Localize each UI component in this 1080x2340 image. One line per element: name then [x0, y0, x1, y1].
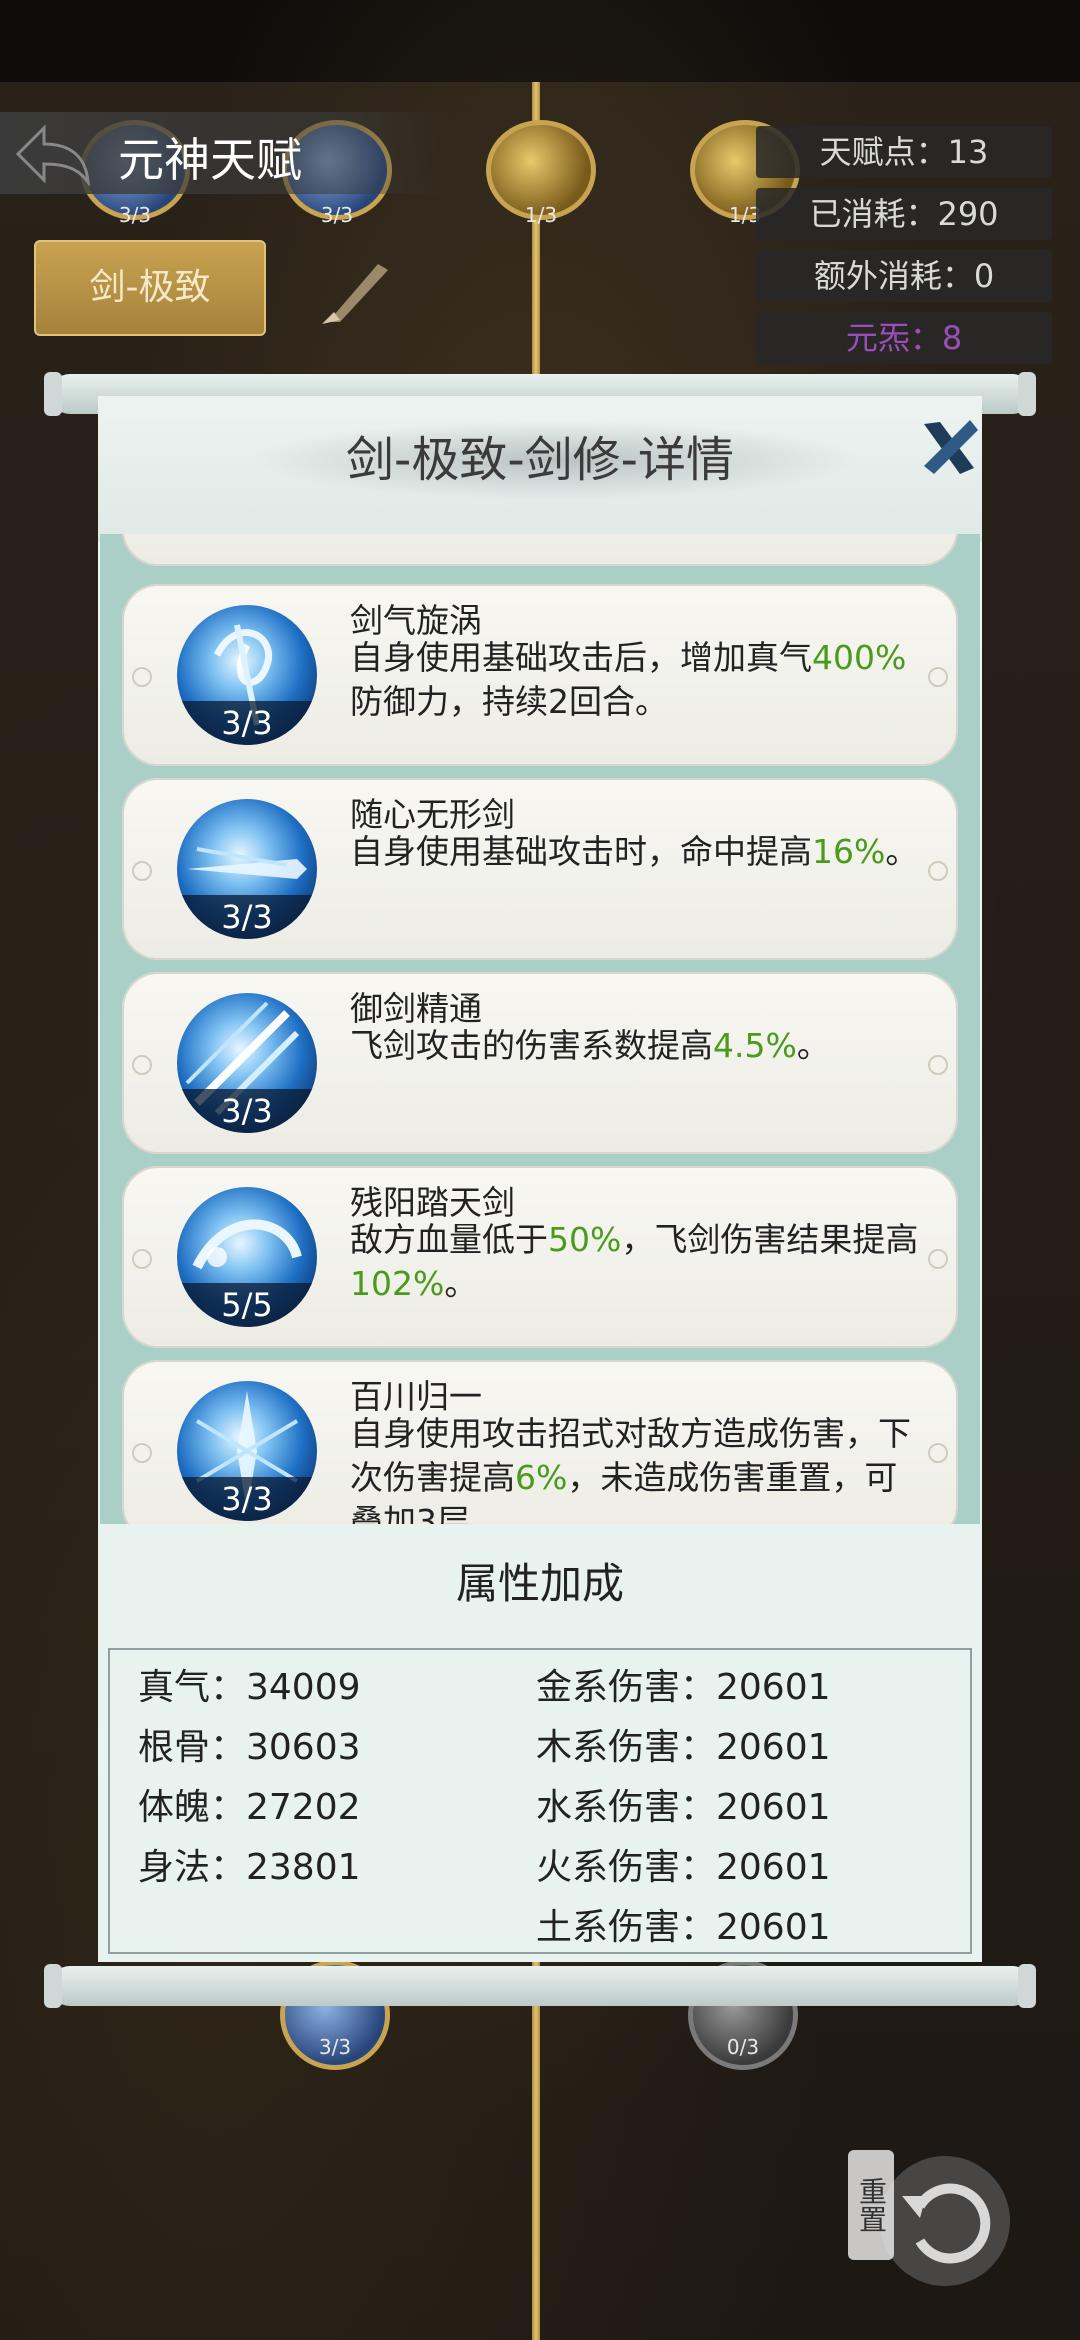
- skill-description: 飞剑攻击的伤害系数提高4.5%。: [350, 1026, 830, 1065]
- back-arrow-icon[interactable]: [14, 122, 92, 186]
- talent-node[interactable]: 1/3: [486, 120, 596, 227]
- panel-title: 剑-极致-剑修-详情: [346, 432, 734, 488]
- skill-list[interactable]: 3/3 剑气旋涡 自身使用基础攻击后，增加真气400%防御力，持续2回合。 3/…: [100, 534, 980, 1524]
- node-count: 3/3: [118, 203, 152, 227]
- attr-tipo: 体魄：27202: [138, 1787, 361, 1828]
- node-count: 3/3: [320, 203, 354, 227]
- list-item: [122, 534, 958, 566]
- sword-extreme-button[interactable]: 剑-极致: [34, 240, 266, 336]
- attribute-title: 属性加成: [455, 1559, 624, 1608]
- formless-sword-icon: 3/3: [177, 799, 317, 939]
- page-title: 元神天赋: [118, 133, 302, 187]
- skill-name: 残阳踏天剑: [350, 1183, 515, 1222]
- attr-shenfa: 身法：23801: [138, 1847, 361, 1888]
- skill-item[interactable]: 3/3 随心无形剑 自身使用基础攻击时，命中提高16%。: [122, 778, 958, 960]
- reset-button[interactable]: [880, 2156, 1010, 2286]
- attr-zhenqi: 真气：34009: [138, 1667, 361, 1708]
- skill-level: 3/3: [177, 1477, 317, 1521]
- attr-earth-damage: 土系伤害：20601: [536, 1907, 831, 1948]
- sword-vortex-icon: 3/3: [177, 605, 317, 745]
- scroll-rod-bottom: [50, 1966, 1032, 2006]
- attr-metal-damage: 金系伤害：20601: [536, 1667, 831, 1708]
- skill-name: 百川归一: [350, 1377, 482, 1416]
- ornament: [928, 1249, 948, 1269]
- talent-points-stat: 天赋点：13: [756, 126, 1052, 178]
- ornament: [928, 667, 948, 687]
- skill-item[interactable]: 3/3 御剑精通 飞剑攻击的伤害系数提高4.5%。: [122, 972, 958, 1154]
- rod-knob: [44, 372, 62, 416]
- node-count: 1/3: [524, 203, 558, 227]
- skill-level: 3/3: [177, 895, 317, 939]
- ornament: [132, 861, 152, 881]
- skill-item[interactable]: 3/3 剑气旋涡 自身使用基础攻击后，增加真气400%防御力，持续2回合。: [122, 584, 958, 766]
- skill-level: 5/5: [177, 1283, 317, 1327]
- node-count: 0/3: [726, 2035, 760, 2059]
- attr-gengu: 根骨：30603: [138, 1727, 361, 1768]
- rod-knob: [1018, 372, 1036, 416]
- rod-knob: [44, 1964, 62, 2008]
- skill-description: 自身使用基础攻击时，命中提高16%。: [350, 832, 919, 871]
- hundred-rivers-icon: 3/3: [177, 1381, 317, 1521]
- ornament: [928, 1055, 948, 1075]
- skill-item[interactable]: 5/5 残阳踏天剑 敌方血量低于50%，飞剑伤害结果提高102%。: [122, 1166, 958, 1348]
- sword-control-icon: 3/3: [177, 993, 317, 1133]
- brush-icon: [322, 264, 388, 324]
- skill-description: 自身使用基础攻击后，增加真气400%防御力，持续2回合。: [350, 638, 907, 721]
- sunset-sword-icon: 5/5: [177, 1187, 317, 1327]
- skill-name: 随心无形剑: [350, 795, 515, 834]
- ornament: [132, 1249, 152, 1269]
- skill-level: 3/3: [177, 701, 317, 745]
- extra-consumed-stat: 额外消耗：0: [756, 250, 1052, 302]
- skill-description: 自身使用攻击招式对敌方造成伤害，下次伤害提高6%，未造成伤害重置，可叠加3层: [350, 1414, 911, 1524]
- skill-description: 敌方血量低于50%，飞剑伤害结果提高102%。: [350, 1220, 919, 1303]
- attr-fire-damage: 火系伤害：20601: [536, 1847, 831, 1888]
- close-icon[interactable]: [918, 416, 980, 478]
- reset-icon: [902, 2183, 991, 2264]
- skill-level: 3/3: [177, 1089, 317, 1133]
- ornament: [132, 667, 152, 687]
- node-count: 3/3: [318, 2035, 352, 2059]
- ornament: [132, 1443, 152, 1463]
- skill-item[interactable]: 3/3 百川归一 自身使用攻击招式对敌方造成伤害，下次伤害提高6%，未造成伤害重…: [122, 1360, 958, 1524]
- attr-wood-damage: 木系伤害：20601: [536, 1727, 831, 1768]
- attr-water-damage: 水系伤害：20601: [536, 1787, 831, 1828]
- skill-name: 御剑精通: [350, 989, 482, 1028]
- ornament: [928, 1443, 948, 1463]
- rod-knob: [1018, 1964, 1036, 2008]
- skill-name: 剑气旋涡: [350, 601, 482, 640]
- reset-label[interactable]: 重置: [848, 2150, 894, 2260]
- ornament: [132, 1055, 152, 1075]
- ornament: [928, 861, 948, 881]
- consumed-stat: 已消耗：290: [756, 188, 1052, 240]
- yuanqi-stat: 元炁：8: [756, 312, 1052, 364]
